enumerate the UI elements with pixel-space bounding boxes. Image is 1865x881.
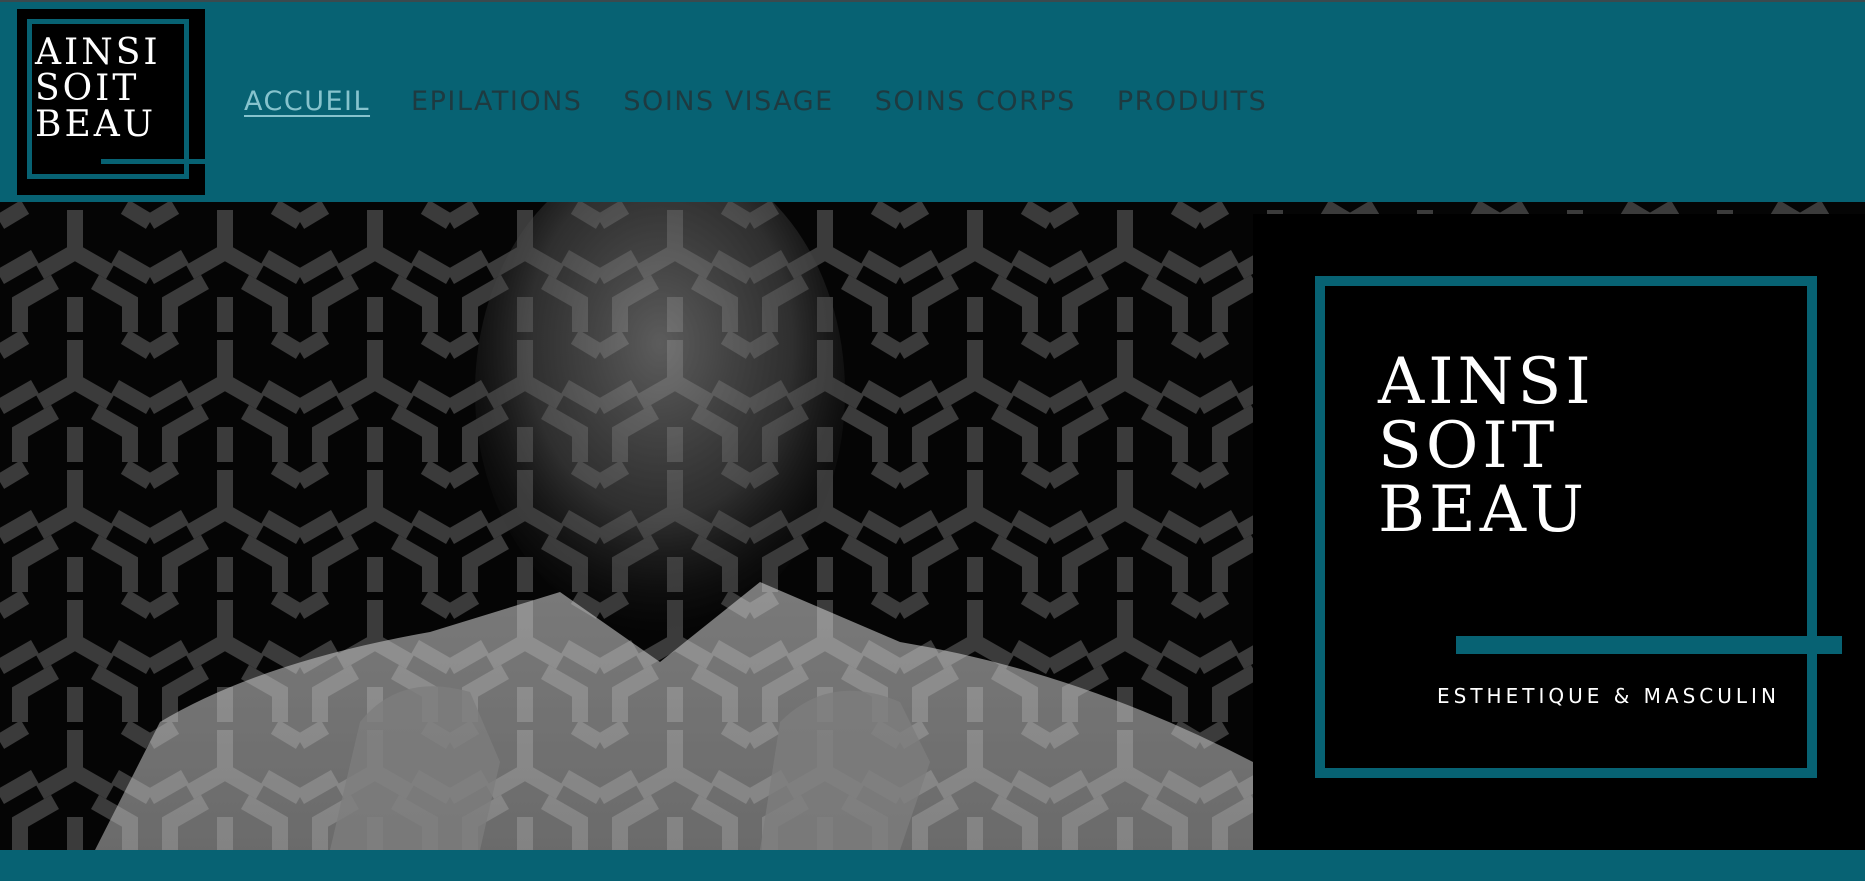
brand-title-line: AINSI [1378, 345, 1595, 419]
brand-tagline: ESTHETIQUE & MASCULIN [1437, 684, 1780, 708]
logo-text: AINSI SOIT BEAU [35, 35, 161, 143]
main-nav: ACCUEIL EPILATIONS SOINS VISAGE SOINS CO… [244, 86, 1308, 117]
nav-item-produits[interactable]: PRODUITS [1117, 86, 1267, 117]
nav-item-soins-visage[interactable]: SOINS VISAGE [623, 86, 833, 117]
site-logo[interactable]: AINSI SOIT BEAU [17, 9, 205, 195]
nav-item-accueil[interactable]: ACCUEIL [244, 86, 370, 117]
hero-banner: AINSI SOIT BEAU ESTHETIQUE & MASCULIN [0, 202, 1865, 850]
logo-line: BEAU [35, 104, 157, 145]
brand-accent-bar [1456, 636, 1842, 654]
brand-title-line: SOIT [1378, 409, 1559, 483]
brand-panel: AINSI SOIT BEAU ESTHETIQUE & MASCULIN [1253, 214, 1865, 850]
logo-accent-bar [101, 159, 205, 164]
nav-item-soins-corps[interactable]: SOINS CORPS [875, 86, 1076, 117]
brand-title: AINSI SOIT BEAU [1378, 350, 1595, 542]
bottom-strip [0, 850, 1865, 881]
logo-line: SOIT [35, 68, 140, 109]
nav-item-epilations[interactable]: EPILATIONS [411, 86, 582, 117]
site-header: AINSI SOIT BEAU ACCUEIL EPILATIONS SOINS… [0, 2, 1865, 202]
brand-title-line: BEAU [1378, 473, 1588, 547]
logo-line: AINSI [35, 32, 161, 73]
